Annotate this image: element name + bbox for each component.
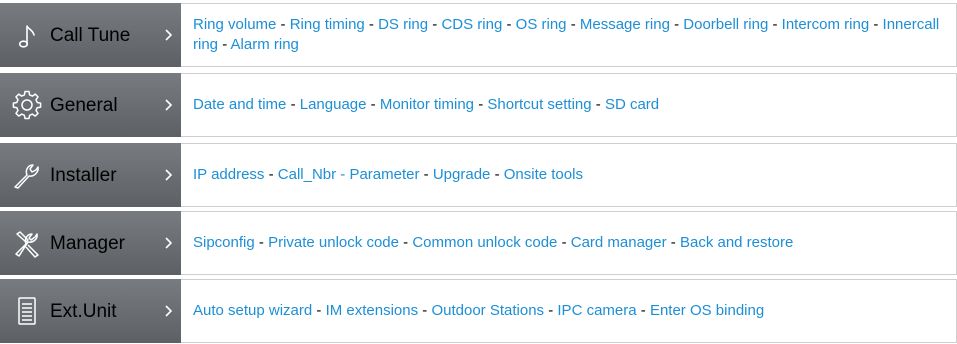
separator: - bbox=[316, 302, 326, 319]
link-ip-address[interactable]: IP address bbox=[193, 166, 264, 183]
separator: - bbox=[670, 234, 680, 251]
chevron-right-icon bbox=[165, 29, 173, 41]
separator: - bbox=[595, 96, 605, 113]
link-sd-card[interactable]: SD card bbox=[605, 96, 659, 113]
link-ipc-camera[interactable]: IPC camera bbox=[557, 302, 636, 319]
link-ds-ring[interactable]: DS ring bbox=[378, 16, 428, 33]
separator: - bbox=[570, 16, 580, 33]
category-ext-unit[interactable]: Ext.Unit bbox=[0, 279, 181, 343]
category-call-tune[interactable]: Call Tune bbox=[0, 3, 181, 67]
menu-row-general: General Date and time - Language - Monit… bbox=[0, 73, 957, 137]
chevron-right-icon bbox=[165, 305, 173, 317]
link-os-ring[interactable]: OS ring bbox=[516, 16, 567, 33]
separator: - bbox=[506, 16, 516, 33]
link-call-nbr-parameter[interactable]: Call_Nbr - Parameter bbox=[278, 166, 420, 183]
menu-row-ext-unit: Ext.Unit Auto setup wizard - IM extensio… bbox=[0, 279, 957, 343]
link-ring-timing[interactable]: Ring timing bbox=[290, 16, 365, 33]
menu-row-installer: Installer IP address - Call_Nbr - Parame… bbox=[0, 143, 957, 207]
menu-row-call-tune: Call Tune Ring volume - Ring timing - DS… bbox=[0, 3, 957, 67]
tools-icon bbox=[12, 228, 42, 258]
category-manager[interactable]: Manager bbox=[0, 211, 181, 275]
separator: - bbox=[478, 96, 488, 113]
link-panel-call-tune: Ring volume - Ring timing - DS ring - CD… bbox=[181, 3, 957, 67]
separator: - bbox=[494, 166, 504, 183]
link-alarm-ring[interactable]: Alarm ring bbox=[231, 36, 299, 53]
link-date-and-time[interactable]: Date and time bbox=[193, 96, 286, 113]
separator: - bbox=[674, 16, 684, 33]
link-card-manager[interactable]: Card manager bbox=[571, 234, 667, 251]
link-common-unlock-code[interactable]: Common unlock code bbox=[412, 234, 557, 251]
separator: - bbox=[370, 96, 380, 113]
link-cds-ring[interactable]: CDS ring bbox=[441, 16, 502, 33]
category-label: Installer bbox=[50, 164, 117, 186]
separator: - bbox=[423, 166, 433, 183]
menu-row-manager: Manager Sipconfig - Private unlock code … bbox=[0, 211, 957, 275]
gear-icon bbox=[12, 90, 42, 120]
link-language[interactable]: Language bbox=[300, 96, 367, 113]
link-list: Sipconfig - Private unlock code - Common… bbox=[193, 233, 793, 253]
link-panel-ext-unit: Auto setup wizard - IM extensions - Outd… bbox=[181, 279, 957, 343]
chevron-right-icon bbox=[165, 237, 173, 249]
link-panel-installer: IP address - Call_Nbr - Parameter - Upgr… bbox=[181, 143, 957, 207]
link-onsite-tools[interactable]: Onsite tools bbox=[504, 166, 583, 183]
link-auto-setup-wizard[interactable]: Auto setup wizard bbox=[193, 302, 312, 319]
separator: - bbox=[280, 16, 290, 33]
category-label: Call Tune bbox=[50, 24, 131, 46]
separator: - bbox=[222, 36, 231, 53]
link-sipconfig[interactable]: Sipconfig bbox=[193, 234, 255, 251]
link-enter-os-binding[interactable]: Enter OS binding bbox=[650, 302, 764, 319]
link-panel-manager: Sipconfig - Private unlock code - Common… bbox=[181, 211, 957, 275]
separator: - bbox=[258, 234, 269, 251]
link-list: Date and time - Language - Monitor timin… bbox=[193, 95, 659, 115]
music-note-icon bbox=[12, 20, 42, 50]
category-label: Manager bbox=[50, 232, 125, 254]
link-panel-general: Date and time - Language - Monitor timin… bbox=[181, 73, 957, 137]
category-installer[interactable]: Installer bbox=[0, 143, 181, 207]
link-im-extensions[interactable]: IM extensions bbox=[326, 302, 419, 319]
separator: - bbox=[561, 234, 571, 251]
link-shortcut-setting[interactable]: Shortcut setting bbox=[487, 96, 591, 113]
link-monitor-timing[interactable]: Monitor timing bbox=[380, 96, 474, 113]
chevron-right-icon bbox=[165, 169, 173, 181]
link-doorbell-ring[interactable]: Doorbell ring bbox=[683, 16, 768, 33]
list-document-icon bbox=[12, 296, 42, 326]
category-label: General bbox=[50, 94, 118, 116]
wrench-icon bbox=[12, 160, 42, 190]
link-outdoor-stations[interactable]: Outdoor Stations bbox=[431, 302, 544, 319]
separator: - bbox=[548, 302, 558, 319]
link-message-ring[interactable]: Message ring bbox=[580, 16, 670, 33]
category-label: Ext.Unit bbox=[50, 300, 117, 322]
link-list: Auto setup wizard - IM extensions - Outd… bbox=[193, 301, 764, 321]
separator: - bbox=[290, 96, 300, 113]
link-list: Ring volume - Ring timing - DS ring - CD… bbox=[193, 15, 948, 55]
link-private-unlock-code[interactable]: Private unlock code bbox=[268, 234, 399, 251]
link-list: IP address - Call_Nbr - Parameter - Upgr… bbox=[193, 165, 583, 185]
settings-menu: Call Tune Ring volume - Ring timing - DS… bbox=[0, 0, 957, 344]
link-upgrade[interactable]: Upgrade bbox=[433, 166, 491, 183]
link-ring-volume[interactable]: Ring volume bbox=[193, 16, 276, 33]
chevron-right-icon bbox=[165, 99, 173, 111]
separator: - bbox=[268, 166, 278, 183]
separator: - bbox=[403, 234, 413, 251]
separator: - bbox=[772, 16, 782, 33]
separator: - bbox=[368, 16, 379, 33]
separator: - bbox=[873, 16, 883, 33]
category-general[interactable]: General bbox=[0, 73, 181, 137]
link-intercom-ring[interactable]: Intercom ring bbox=[782, 16, 870, 33]
separator: - bbox=[640, 302, 650, 319]
link-back-and-restore[interactable]: Back and restore bbox=[680, 234, 793, 251]
